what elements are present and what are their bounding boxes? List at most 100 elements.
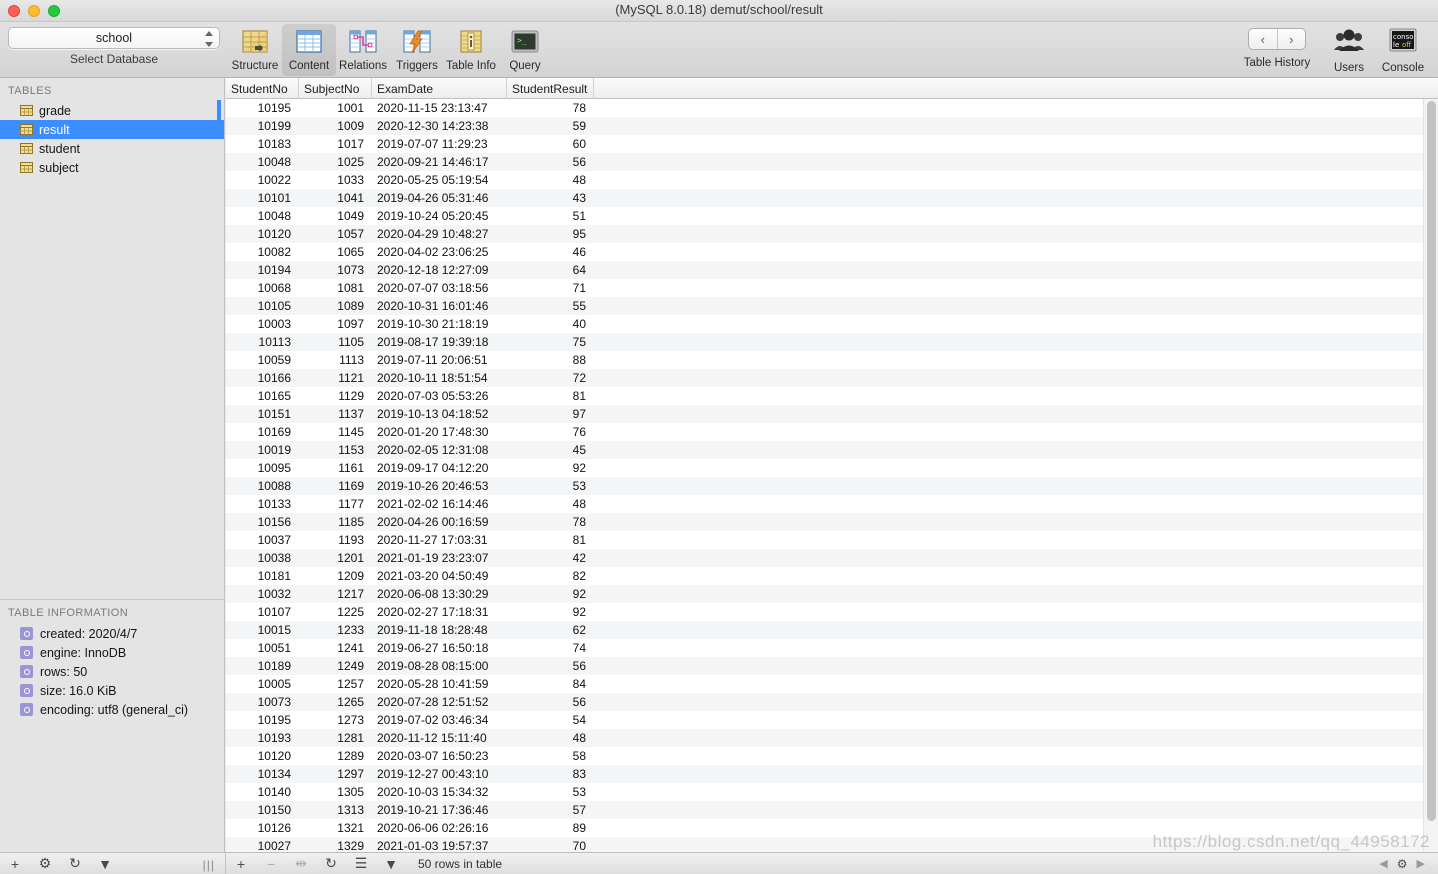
- cell-StudentResult[interactable]: 72: [507, 369, 594, 387]
- cell-SubjectNo[interactable]: 1073: [299, 261, 372, 279]
- cell-StudentNo[interactable]: 10005: [226, 675, 299, 693]
- table-row[interactable]: 10126 1321 2020-06-06 02:26:16 89: [226, 819, 1423, 837]
- table-row[interactable]: 10195 1273 2019-07-02 03:46:34 54: [226, 711, 1423, 729]
- refresh-rows-button[interactable]: ↻: [316, 853, 346, 874]
- pagination-gear-button[interactable]: ⚙: [1397, 857, 1408, 871]
- table-row[interactable]: 10189 1249 2019-08-28 08:15:00 56: [226, 657, 1423, 675]
- cell-ExamDate[interactable]: 2020-07-03 05:53:26: [372, 387, 507, 405]
- cell-StudentNo[interactable]: 10199: [226, 117, 299, 135]
- table-row[interactable]: 10022 1033 2020-05-25 05:19:54 48: [226, 171, 1423, 189]
- refresh-tables-button[interactable]: ↻: [60, 853, 90, 874]
- cell-StudentNo[interactable]: 10120: [226, 747, 299, 765]
- cell-ExamDate[interactable]: 2020-09-21 14:46:17: [372, 153, 507, 171]
- cell-ExamDate[interactable]: 2020-11-15 23:13:47: [372, 99, 507, 117]
- cell-StudentNo[interactable]: 10059: [226, 351, 299, 369]
- cell-ExamDate[interactable]: 2020-10-11 18:51:54: [372, 369, 507, 387]
- cell-StudentResult[interactable]: 40: [507, 315, 594, 333]
- cell-ExamDate[interactable]: 2019-10-30 21:18:19: [372, 315, 507, 333]
- table-row[interactable]: 10032 1217 2020-06-08 13:30:29 92: [226, 585, 1423, 603]
- cell-ExamDate[interactable]: 2019-06-27 16:50:18: [372, 639, 507, 657]
- cell-SubjectNo[interactable]: 1225: [299, 603, 372, 621]
- tab-table-info[interactable]: Table Info: [444, 24, 498, 76]
- cell-ExamDate[interactable]: 2019-11-18 18:28:48: [372, 621, 507, 639]
- cell-SubjectNo[interactable]: 1153: [299, 441, 372, 459]
- table-row[interactable]: 10120 1057 2020-04-29 10:48:27 95: [226, 225, 1423, 243]
- cell-StudentResult[interactable]: 59: [507, 117, 594, 135]
- cell-StudentResult[interactable]: 54: [507, 711, 594, 729]
- cell-StudentResult[interactable]: 95: [507, 225, 594, 243]
- table-row[interactable]: 10151 1137 2019-10-13 04:18:52 97: [226, 405, 1423, 423]
- table-row[interactable]: 10027 1329 2021-01-03 19:57:37 70: [226, 837, 1423, 852]
- filter-rows-button[interactable]: ▼: [376, 853, 406, 874]
- cell-StudentNo[interactable]: 10156: [226, 513, 299, 531]
- cell-StudentResult[interactable]: 81: [507, 531, 594, 549]
- cell-SubjectNo[interactable]: 1233: [299, 621, 372, 639]
- cell-ExamDate[interactable]: 2020-02-27 17:18:31: [372, 603, 507, 621]
- cell-StudentNo[interactable]: 10120: [226, 225, 299, 243]
- cell-SubjectNo[interactable]: 1081: [299, 279, 372, 297]
- cell-ExamDate[interactable]: 2021-02-02 16:14:46: [372, 495, 507, 513]
- cell-ExamDate[interactable]: 2020-11-12 15:11:40: [372, 729, 507, 747]
- cell-ExamDate[interactable]: 2020-03-07 16:50:23: [372, 747, 507, 765]
- table-row[interactable]: 10181 1209 2021-03-20 04:50:49 82: [226, 567, 1423, 585]
- cell-SubjectNo[interactable]: 1249: [299, 657, 372, 675]
- table-row[interactable]: 10048 1049 2019-10-24 05:20:45 51: [226, 207, 1423, 225]
- cell-StudentResult[interactable]: 53: [507, 477, 594, 495]
- cell-SubjectNo[interactable]: 1281: [299, 729, 372, 747]
- cell-SubjectNo[interactable]: 1321: [299, 819, 372, 837]
- sidebar-item-student[interactable]: student: [0, 139, 224, 158]
- cell-StudentNo[interactable]: 10048: [226, 153, 299, 171]
- cell-StudentResult[interactable]: 42: [507, 549, 594, 567]
- cell-ExamDate[interactable]: 2019-10-13 04:18:52: [372, 405, 507, 423]
- table-row[interactable]: 10133 1177 2021-02-02 16:14:46 48: [226, 495, 1423, 513]
- column-header-StudentNo[interactable]: StudentNo: [226, 78, 299, 99]
- cell-ExamDate[interactable]: 2020-05-25 05:19:54: [372, 171, 507, 189]
- cell-SubjectNo[interactable]: 1057: [299, 225, 372, 243]
- cell-StudentResult[interactable]: 74: [507, 639, 594, 657]
- cell-StudentResult[interactable]: 64: [507, 261, 594, 279]
- cell-SubjectNo[interactable]: 1201: [299, 549, 372, 567]
- cell-SubjectNo[interactable]: 1329: [299, 837, 372, 852]
- column-header-SubjectNo[interactable]: SubjectNo: [299, 78, 372, 99]
- cell-StudentResult[interactable]: 78: [507, 99, 594, 117]
- cell-SubjectNo[interactable]: 1129: [299, 387, 372, 405]
- cell-ExamDate[interactable]: 2020-01-20 17:48:30: [372, 423, 507, 441]
- table-row[interactable]: 10140 1305 2020-10-03 15:34:32 53: [226, 783, 1423, 801]
- cell-SubjectNo[interactable]: 1105: [299, 333, 372, 351]
- cell-StudentNo[interactable]: 10027: [226, 837, 299, 852]
- cell-StudentNo[interactable]: 10082: [226, 243, 299, 261]
- cell-SubjectNo[interactable]: 1097: [299, 315, 372, 333]
- cell-SubjectNo[interactable]: 1009: [299, 117, 372, 135]
- cell-StudentNo[interactable]: 10183: [226, 135, 299, 153]
- table-row[interactable]: 10194 1073 2020-12-18 12:27:09 64: [226, 261, 1423, 279]
- cell-SubjectNo[interactable]: 1289: [299, 747, 372, 765]
- table-row[interactable]: 10134 1297 2019-12-27 00:43:10 83: [226, 765, 1423, 783]
- cell-SubjectNo[interactable]: 1137: [299, 405, 372, 423]
- cell-StudentNo[interactable]: 10051: [226, 639, 299, 657]
- table-row[interactable]: 10082 1065 2020-04-02 23:06:25 46: [226, 243, 1423, 261]
- cell-StudentResult[interactable]: 58: [507, 747, 594, 765]
- cell-ExamDate[interactable]: 2020-04-29 10:48:27: [372, 225, 507, 243]
- tab-relations[interactable]: Relations: [336, 24, 390, 76]
- cell-StudentResult[interactable]: 97: [507, 405, 594, 423]
- cell-ExamDate[interactable]: 2020-06-08 13:30:29: [372, 585, 507, 603]
- table-actions-gear-button[interactable]: ⚙: [30, 853, 60, 874]
- cell-StudentResult[interactable]: 62: [507, 621, 594, 639]
- cell-SubjectNo[interactable]: 1313: [299, 801, 372, 819]
- vertical-scrollbar-thumb[interactable]: [1427, 101, 1436, 821]
- cell-ExamDate[interactable]: 2019-12-27 00:43:10: [372, 765, 507, 783]
- cell-ExamDate[interactable]: 2020-10-31 16:01:46: [372, 297, 507, 315]
- cell-SubjectNo[interactable]: 1145: [299, 423, 372, 441]
- cell-StudentResult[interactable]: 48: [507, 171, 594, 189]
- database-select[interactable]: school: [8, 27, 220, 49]
- tab-query[interactable]: >_ Query: [498, 24, 552, 76]
- cell-StudentNo[interactable]: 10101: [226, 189, 299, 207]
- cell-StudentNo[interactable]: 10095: [226, 459, 299, 477]
- table-row[interactable]: 10166 1121 2020-10-11 18:51:54 72: [226, 369, 1423, 387]
- cell-StudentResult[interactable]: 48: [507, 729, 594, 747]
- table-row[interactable]: 10003 1097 2019-10-30 21:18:19 40: [226, 315, 1423, 333]
- cell-StudentResult[interactable]: 76: [507, 423, 594, 441]
- cell-SubjectNo[interactable]: 1297: [299, 765, 372, 783]
- table-row[interactable]: 10183 1017 2019-07-07 11:29:23 60: [226, 135, 1423, 153]
- table-row[interactable]: 10105 1089 2020-10-31 16:01:46 55: [226, 297, 1423, 315]
